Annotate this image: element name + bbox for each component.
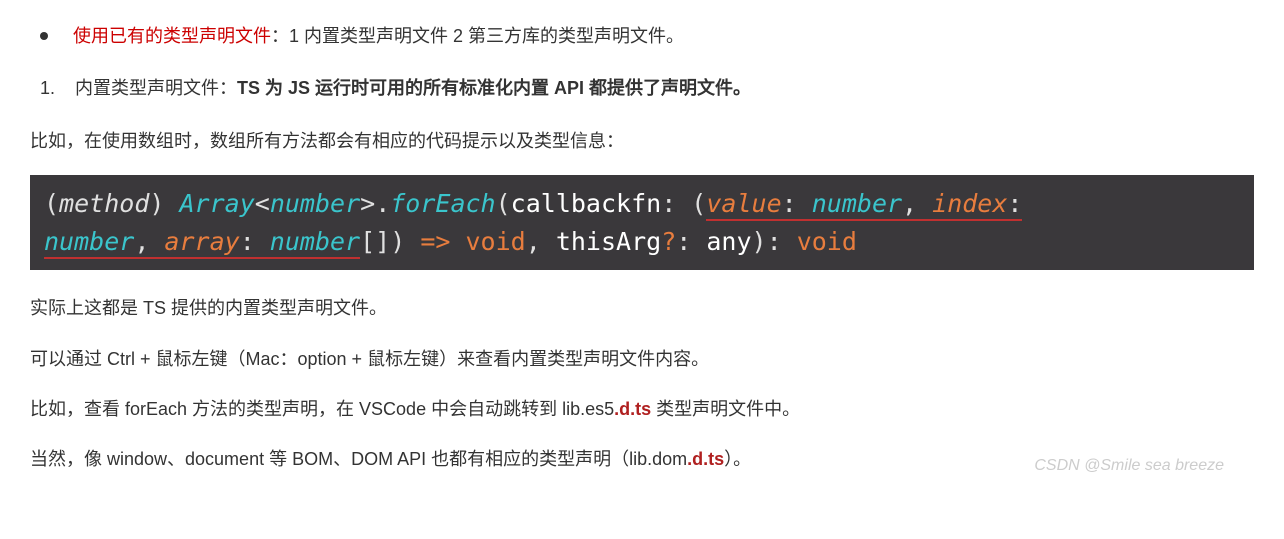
code-token: : [676,227,691,256]
paragraph: 实际上这都是 TS 提供的内置类型声明文件。 [30,292,1254,324]
numbered-prefix: 内置类型声明文件： [75,78,237,98]
code-token: number [270,227,360,256]
code-token [450,227,465,256]
code-token: [] [360,227,390,256]
bullet-item: 使用已有的类型声明文件：1 内置类型声明文件 2 第三方库的类型声明文件。 [30,20,1254,52]
code-token: ? [661,227,676,256]
code-token: forEach [390,189,495,218]
code-token: any [691,227,751,256]
code-token: < [255,189,270,218]
text-segment: 当然，像 window、document 等 BOM、DOM API 也都有相应… [30,449,687,469]
code-token: thisArg [556,227,661,256]
code-token: array [164,227,239,256]
paragraph-intro: 比如，在使用数组时，数组所有方法都会有相应的代码提示以及类型信息： [30,125,1254,157]
code-token: ( [44,189,59,218]
code-token: , [134,227,164,256]
filename-highlight: .d.ts [687,449,724,469]
code-token: . [375,189,390,218]
text-segment: 比如，查看 forEach 方法的类型声明，在 VSCode 中会自动跳转到 l… [30,399,614,419]
text-segment: ）。 [724,449,751,469]
code-token: number [270,189,360,218]
code-token: number [44,227,134,256]
code-token: ) [149,189,179,218]
code-token: callbackfn [511,189,662,218]
paragraph: 比如，查看 forEach 方法的类型声明，在 VSCode 中会自动跳转到 l… [30,393,1254,425]
code-token: : [782,189,812,218]
code-token: ): [752,227,782,256]
text-segment: 类型声明文件中。 [651,399,800,419]
filename-highlight: .d.ts [614,399,651,419]
code-token: : [1007,189,1022,218]
code-token: : [240,227,270,256]
code-token: => [420,227,450,256]
code-token: ) [390,227,420,256]
numbered-text: 内置类型声明文件：TS 为 JS 运行时可用的所有标准化内置 API 都提供了声… [75,72,751,104]
code-token: void [797,227,857,256]
code-token: > [360,189,375,218]
code-token: number [812,189,902,218]
numbered-bold: TS 为 JS 运行时可用的所有标准化内置 API 都提供了声明文件。 [237,78,751,98]
code-block: (method) Array<number>.forEach(callbackf… [30,175,1254,270]
code-token: value [706,189,781,218]
code-token [782,227,797,256]
code-token: Array [179,189,254,218]
watermark: CSDN @Smile sea breeze [1034,452,1224,481]
numbered-item: 1. 内置类型声明文件：TS 为 JS 运行时可用的所有标准化内置 API 都提… [30,72,1254,104]
code-token: , [526,227,556,256]
code-token: : [661,189,676,218]
code-token: ( [676,189,706,218]
bullet-rest: ：1 内置类型声明文件 2 第三方库的类型声明文件。 [271,26,684,46]
paragraph: 可以通过 Ctrl + 鼠标左键（Mac：option + 鼠标左键）来查看内置… [30,343,1254,375]
list-number: 1. [40,72,55,104]
code-token: , [902,189,932,218]
code-token: method [59,189,149,218]
code-token: void [466,227,526,256]
bullet-dot-icon [40,32,48,40]
bullet-text: 使用已有的类型声明文件：1 内置类型声明文件 2 第三方库的类型声明文件。 [73,20,684,52]
code-token: ( [496,189,511,218]
bullet-highlight: 使用已有的类型声明文件 [73,26,271,46]
code-token: index [932,189,1007,218]
